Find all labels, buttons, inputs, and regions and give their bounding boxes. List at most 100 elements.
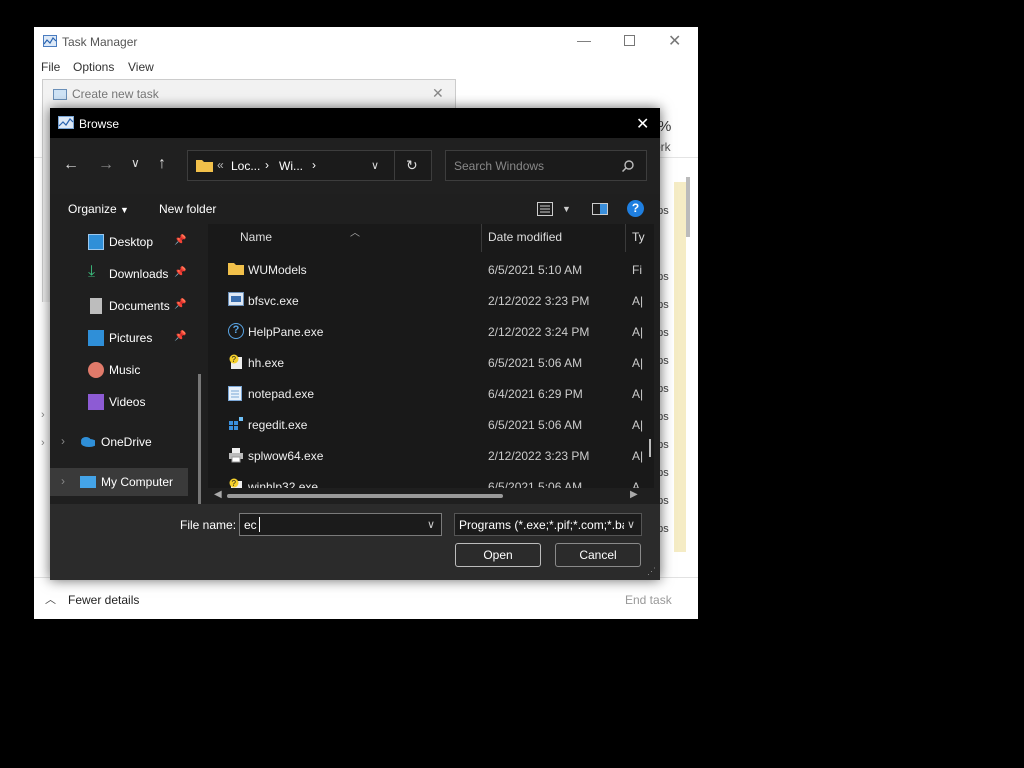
close-icon[interactable]: ✕: [432, 85, 444, 102]
file-row[interactable]: ? hh.exe 6/5/2021 5:06 AM A|: [208, 347, 654, 378]
breadcrumb-separator[interactable]: ›: [265, 158, 269, 172]
nav-label: Downloads: [109, 267, 169, 281]
help-doc-icon: ?: [229, 354, 242, 369]
close-icon[interactable]: ✕: [668, 31, 681, 51]
column-header-name[interactable]: Name: [240, 230, 272, 244]
file-date: 6/4/2021 6:29 PM: [488, 387, 583, 401]
pin-icon: 📌: [174, 331, 187, 342]
text-caret: [259, 517, 260, 532]
chevron-down-icon[interactable]: ∨: [427, 518, 435, 531]
end-task-button[interactable]: End task: [625, 593, 672, 607]
scroll-left-icon[interactable]: ◀: [214, 489, 222, 500]
browse-title: Browse: [79, 117, 120, 131]
file-date: 6/5/2021 5:10 AM: [488, 263, 583, 277]
column-header-type[interactable]: Ty: [632, 230, 645, 244]
file-name-input[interactable]: ec ∨: [239, 513, 442, 536]
expand-chevron-icon[interactable]: ›: [61, 474, 65, 488]
nav-label: Music: [109, 363, 141, 377]
minimize-icon[interactable]: —: [577, 32, 591, 48]
documents-icon: [90, 298, 102, 314]
file-name: WUModels: [248, 263, 307, 277]
nav-item-documents[interactable]: Documents 📌: [50, 292, 200, 320]
recent-locations-chevron-icon[interactable]: ∨: [131, 156, 140, 170]
music-icon: [88, 362, 104, 378]
new-folder-button[interactable]: New folder: [159, 202, 216, 216]
back-arrow-icon[interactable]: ←: [63, 156, 79, 174]
close-icon[interactable]: ✕: [636, 114, 649, 134]
vertical-scrollbar-thumb[interactable]: [649, 439, 651, 457]
nav-item-my-computer[interactable]: › My Computer: [50, 468, 188, 496]
fewer-details-link[interactable]: Fewer details: [68, 593, 139, 607]
browse-toolbar: ← → ∨ ↑ « Loc... › Wi... › ∨ ↻ Search Wi…: [50, 138, 660, 194]
breadcrumb-overflow[interactable]: «: [217, 158, 224, 172]
horizontal-scrollbar[interactable]: ◀ ▶: [208, 488, 654, 504]
nav-item-downloads[interactable]: ⤓ Downloads 📌: [50, 260, 200, 288]
command-bar: Organize ▼ New folder ▼ ?: [50, 194, 660, 224]
view-details-icon[interactable]: [537, 202, 553, 216]
organize-button[interactable]: Organize ▼: [68, 202, 129, 216]
file-name-label: File name:: [180, 518, 237, 532]
cancel-button[interactable]: Cancel: [555, 543, 641, 567]
file-name: bfsvc.exe: [248, 294, 299, 308]
file-date: 2/12/2022 3:23 PM: [488, 294, 590, 308]
nav-label: Pictures: [109, 331, 153, 345]
file-type-select[interactable]: Programs (*.exe;*.pif;*.com;*.ba ∨: [454, 513, 642, 536]
file-row[interactable]: bfsvc.exe 2/12/2022 3:23 PM A|: [208, 285, 654, 316]
maximize-icon[interactable]: [624, 35, 635, 46]
folder-icon: [228, 263, 244, 275]
refresh-icon[interactable]: ↻: [406, 157, 418, 174]
file-row[interactable]: splwow64.exe 2/12/2022 3:23 PM A|: [208, 440, 654, 471]
search-icon: [622, 160, 634, 172]
column-divider[interactable]: [625, 224, 626, 252]
expand-arrow-icon[interactable]: ›: [41, 409, 45, 421]
network-percent: %: [658, 118, 672, 135]
nav-item-music[interactable]: Music: [50, 356, 200, 384]
search-box[interactable]: Search Windows: [445, 150, 647, 181]
up-arrow-icon[interactable]: ↑: [158, 155, 166, 173]
column-divider[interactable]: [481, 224, 482, 252]
nav-label: OneDrive: [101, 435, 152, 449]
horizontal-scrollbar-thumb[interactable]: [227, 494, 503, 498]
preview-pane-icon[interactable]: [592, 203, 608, 215]
breadcrumb-separator[interactable]: ›: [312, 158, 316, 172]
network-column-highlight: [674, 182, 686, 552]
resize-grip-icon[interactable]: ⋰: [647, 566, 656, 577]
address-dropdown-chevron-icon[interactable]: ∨: [371, 159, 379, 172]
file-row[interactable]: regedit.exe 6/5/2021 5:06 AM A|: [208, 409, 654, 440]
expand-arrow-icon[interactable]: ›: [41, 437, 45, 449]
menu-file[interactable]: File: [41, 60, 60, 74]
view-options-caret-icon[interactable]: ▼: [562, 204, 571, 214]
expand-chevron-icon[interactable]: ›: [61, 434, 65, 448]
pin-icon: 📌: [174, 299, 187, 310]
column-header-date-modified[interactable]: Date modified: [488, 230, 562, 244]
nav-item-videos[interactable]: Videos: [50, 388, 200, 416]
pin-icon: 📌: [174, 235, 187, 246]
file-row[interactable]: ? HelpPane.exe 2/12/2022 3:24 PM A|: [208, 316, 654, 347]
tm-scrollbar[interactable]: [686, 177, 690, 237]
nav-item-desktop[interactable]: Desktop 📌: [50, 228, 200, 256]
browse-dialog: Browse ✕ ← → ∨ ↑ « Loc... › Wi... › ∨ ↻ …: [50, 108, 660, 580]
nav-item-pictures[interactable]: Pictures 📌: [50, 324, 200, 352]
forward-arrow-icon[interactable]: →: [98, 156, 114, 174]
nav-item-onedrive[interactable]: › OneDrive: [50, 428, 200, 456]
pictures-icon: [88, 330, 104, 346]
open-button[interactable]: Open: [455, 543, 541, 567]
breadcrumb-windows[interactable]: Wi...: [279, 159, 303, 173]
scroll-right-icon[interactable]: ▶: [630, 489, 638, 500]
file-name: hh.exe: [248, 356, 285, 370]
file-row[interactable]: notepad.exe 6/4/2021 6:29 PM A|: [208, 378, 654, 409]
address-bar[interactable]: « Loc... › Wi... › ∨ ↻: [187, 150, 432, 181]
videos-icon: [88, 394, 104, 410]
printer-icon: [229, 448, 243, 463]
menu-options[interactable]: Options: [73, 60, 114, 74]
file-row[interactable]: WUModels 6/5/2021 5:10 AM Fi: [208, 254, 654, 285]
menu-view[interactable]: View: [128, 60, 154, 74]
breadcrumb-local-disk[interactable]: Loc...: [231, 159, 260, 173]
help-icon[interactable]: ?: [627, 200, 644, 217]
onedrive-cloud-icon: [81, 437, 95, 447]
file-type: A|: [632, 356, 644, 370]
file-date: 6/5/2021 5:06 AM: [488, 356, 583, 370]
chevron-up-icon[interactable]: ︿: [45, 591, 56, 607]
chevron-down-icon[interactable]: ∨: [627, 518, 635, 531]
nav-label: Documents: [109, 299, 170, 313]
